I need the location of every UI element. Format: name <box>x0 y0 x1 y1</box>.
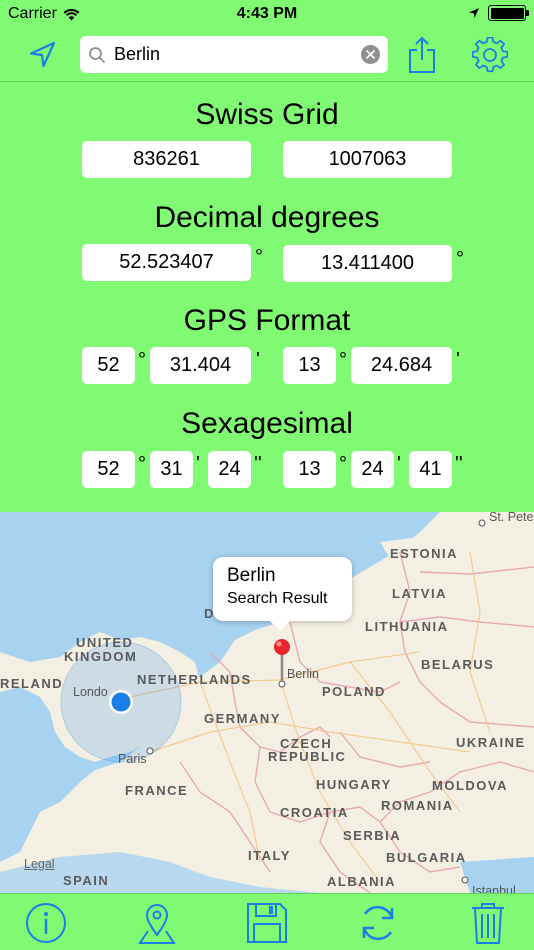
country-label-italy: ITALY <box>248 848 291 863</box>
second-unit: '' <box>254 453 262 475</box>
search-bar <box>80 36 388 73</box>
country-label-czech: REPUBLIC <box>268 749 347 764</box>
gps-lat-minutes-field[interactable]: 31.404 <box>150 347 251 384</box>
sexa-lat-degrees-field[interactable]: 52 <box>82 451 135 488</box>
map-pin-location-icon <box>138 904 176 944</box>
country-label-hungary: HUNGARY <box>316 777 392 792</box>
status-bar: Carrier 4:43 PM <box>0 0 534 28</box>
city-label-london: Londo <box>73 685 108 699</box>
swiss-grid-y-field[interactable]: 1007063 <box>283 141 452 178</box>
refresh-button[interactable] <box>354 900 402 946</box>
gps-lat-degrees-field[interactable]: 52 <box>82 347 135 384</box>
battery-icon <box>488 5 529 21</box>
gps-lon-degrees-field[interactable]: 13 <box>283 347 336 384</box>
nav-bar <box>0 28 534 82</box>
trash-icon <box>472 903 504 944</box>
country-label-uk: UNITED <box>76 635 134 650</box>
country-label-albania: ALBANIA <box>327 874 396 889</box>
degree-unit: ° <box>339 349 347 371</box>
close-icon <box>366 50 375 59</box>
minute-unit: ' <box>256 349 260 371</box>
bottom-toolbar <box>0 893 534 950</box>
gear-icon <box>472 37 508 73</box>
minute-unit: ' <box>456 349 460 371</box>
country-label-uk: KINGDOM <box>64 649 138 664</box>
minute-unit: ' <box>397 453 401 475</box>
save-button[interactable] <box>243 900 291 946</box>
sexa-lon-seconds-field[interactable]: 41 <box>409 451 452 488</box>
city-label-st-petersburg: St. Pete <box>489 512 534 524</box>
country-label-moldova: MOLDOVA <box>432 778 508 793</box>
map-pin-icon[interactable] <box>272 633 292 693</box>
degree-unit: ° <box>138 349 146 371</box>
delete-button[interactable] <box>464 900 512 946</box>
status-time: 4:43 PM <box>236 5 298 22</box>
decimal-latitude-field[interactable]: 52.523407 <box>82 244 251 281</box>
callout-title: Berlin <box>227 565 276 586</box>
location-arrow-icon <box>29 41 56 68</box>
settings-button[interactable] <box>470 36 510 74</box>
second-unit: '' <box>455 453 463 475</box>
sexa-lat-seconds-field[interactable]: 24 <box>208 451 251 488</box>
country-label-estonia: ESTONIA <box>390 546 459 561</box>
search-input[interactable] <box>114 44 361 65</box>
country-label-spain: SPAIN <box>63 873 110 888</box>
decimal-longitude-field[interactable]: 13.411400 <box>283 245 452 282</box>
country-label-netherlands: NETHERLANDS <box>137 672 252 687</box>
swiss-grid-x-field[interactable]: 836261 <box>82 141 251 178</box>
degree-unit: ° <box>339 453 347 475</box>
sexa-lon-minutes-field[interactable]: 24 <box>351 451 394 488</box>
info-icon <box>26 903 66 943</box>
country-label-serbia: SERBIA <box>343 828 402 843</box>
map-view[interactable]: ESTONIA LATVIA LITHUANIA BELARUS UNITED … <box>0 512 534 893</box>
location-services-icon <box>469 8 479 18</box>
minute-unit: ' <box>196 453 200 475</box>
country-label-poland: POLAND <box>322 684 386 699</box>
share-button[interactable] <box>402 36 442 74</box>
refresh-icon <box>362 905 394 941</box>
degree-unit: ° <box>138 453 146 475</box>
country-label-romania: ROMANIA <box>381 798 454 813</box>
country-label-belarus: BELARUS <box>421 657 495 672</box>
current-location-button[interactable] <box>22 36 62 74</box>
country-label-lithuania: LITHUANIA <box>365 619 449 634</box>
floppy-disk-icon <box>247 903 287 943</box>
country-label-ireland: RELAND <box>0 676 64 691</box>
sexagesimal-title: Sexagesimal <box>181 407 353 440</box>
clear-search-button[interactable] <box>361 45 380 64</box>
country-label-bulgaria: BULGARIA <box>386 850 467 865</box>
degree-unit: ° <box>255 246 263 268</box>
country-label-france: FRANCE <box>125 783 189 798</box>
map-legal-link[interactable]: Legal <box>24 857 55 871</box>
city-label-istanbul: Istanbul <box>472 884 516 893</box>
share-icon <box>409 36 435 73</box>
country-label-latvia: LATVIA <box>392 586 447 601</box>
pin-callout[interactable]: Berlin Search Result <box>213 557 352 631</box>
info-button[interactable] <box>22 900 70 946</box>
callout-subtitle: Search Result <box>227 590 328 607</box>
country-label-croatia: CROATIA <box>280 805 349 820</box>
gps-format-title: GPS Format <box>183 304 351 337</box>
sexa-lat-minutes-field[interactable]: 31 <box>150 451 193 488</box>
gps-lon-minutes-field[interactable]: 24.684 <box>351 347 452 384</box>
map-location-button[interactable] <box>133 900 181 946</box>
sexa-lon-degrees-field[interactable]: 13 <box>283 451 336 488</box>
city-label-paris: Paris <box>118 752 147 766</box>
search-icon <box>89 46 105 63</box>
degree-unit: ° <box>456 248 464 270</box>
swiss-grid-title: Swiss Grid <box>195 98 339 131</box>
decimal-degrees-title: Decimal degrees <box>154 201 380 234</box>
country-label-ukraine: UKRAINE <box>456 735 526 750</box>
country-label-germany: GERMANY <box>204 711 281 726</box>
